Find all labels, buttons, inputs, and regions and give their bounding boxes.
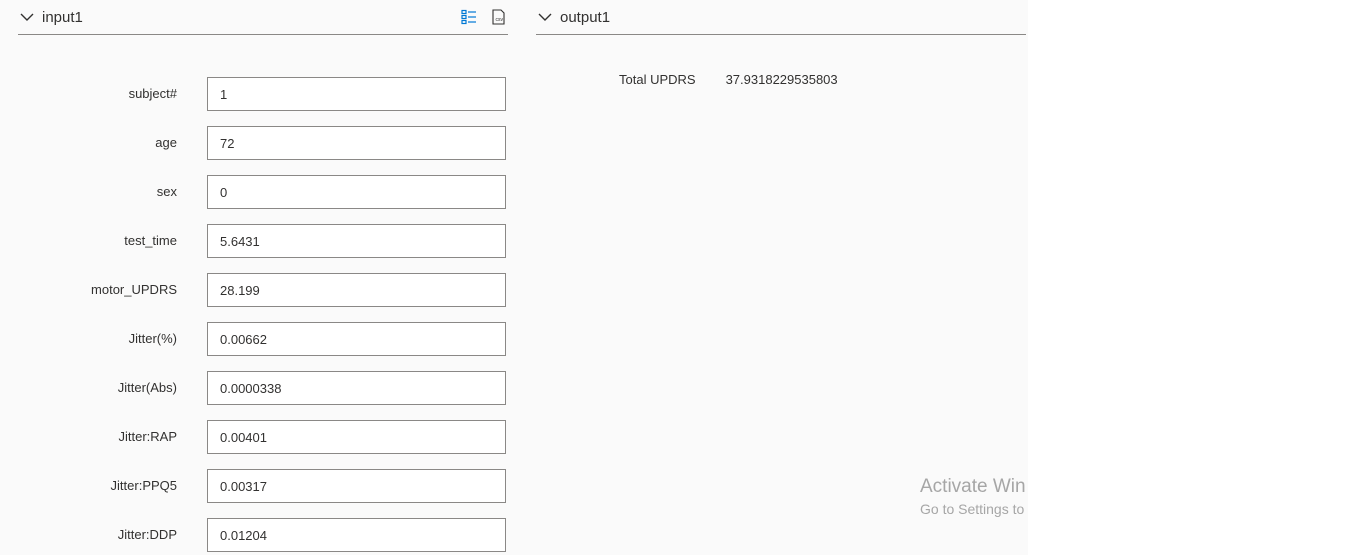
field-label: sex — [156, 184, 177, 199]
table-view-icon[interactable] — [460, 8, 478, 26]
field-label: test_time — [124, 233, 177, 248]
designer-canvas: input1 csv output1 subject# 1 age 72 sex… — [0, 0, 1028, 555]
subject-field[interactable] — [207, 77, 506, 111]
test-time-field[interactable] — [207, 224, 506, 258]
csv-export-icon[interactable]: csv — [490, 8, 508, 26]
jitter-abs-field[interactable] — [207, 371, 506, 405]
watermark-title: Activate Win — [920, 476, 1026, 497]
activation-watermark: Activate Win Go to Settings to — [920, 476, 1026, 517]
chevron-down-icon[interactable] — [18, 8, 36, 26]
output-result-value: 37.9318229535803 — [725, 72, 838, 87]
motor-updrs-field[interactable] — [207, 273, 506, 307]
field-label: Jitter:DDP — [117, 527, 177, 542]
form-row-subject: subject# — [0, 77, 520, 126]
field-label: Jitter:PPQ5 — [110, 478, 177, 493]
form-row-motor-updrs: motor_UPDRS — [0, 273, 520, 322]
jitter-ppq5-field[interactable] — [207, 469, 506, 503]
input-panel-actions: csv — [460, 8, 508, 26]
field-label: Jitter(%) — [128, 331, 177, 346]
jitter-rap-field[interactable] — [207, 420, 506, 454]
field-label: age — [155, 135, 177, 150]
chevron-down-icon[interactable] — [536, 8, 554, 26]
input-panel-title: input1 — [42, 8, 83, 26]
input-panel-header: input1 csv — [18, 0, 508, 35]
watermark-subtitle: Go to Settings to — [920, 501, 1025, 517]
form-row-jitter-ppq5: Jitter:PPQ5 — [0, 469, 520, 518]
field-label: subject# — [128, 86, 177, 101]
jitter-percent-field[interactable] — [207, 322, 506, 356]
form-row-jitter-percent: Jitter(%) — [0, 322, 520, 371]
age-field[interactable] — [207, 126, 506, 160]
form-row-jitter-ddp: Jitter:DDP — [0, 518, 520, 555]
form-row-test-time: test_time — [0, 224, 520, 273]
field-label: motor_UPDRS — [91, 282, 177, 297]
jitter-ddp-field[interactable] — [207, 518, 506, 552]
output-panel-title: output1 — [560, 8, 611, 26]
form-row-jitter-rap: Jitter:RAP — [0, 420, 520, 469]
sex-field[interactable] — [207, 175, 506, 209]
output-result-row: Total UPDRS 37.9318229535803 — [619, 72, 838, 87]
output-panel-header: output1 — [536, 0, 1026, 35]
form-row-age: age — [0, 126, 520, 175]
form-row-jitter-abs: Jitter(Abs) — [0, 371, 520, 420]
output-result-label: Total UPDRS — [619, 72, 696, 87]
input-form: subject# age sex test_time motor_UPDRS J… — [0, 77, 520, 555]
form-row-sex: sex — [0, 175, 520, 224]
svg-text:csv: csv — [496, 17, 504, 23]
field-label: Jitter(Abs) — [117, 380, 177, 395]
field-label: Jitter:RAP — [118, 429, 177, 444]
